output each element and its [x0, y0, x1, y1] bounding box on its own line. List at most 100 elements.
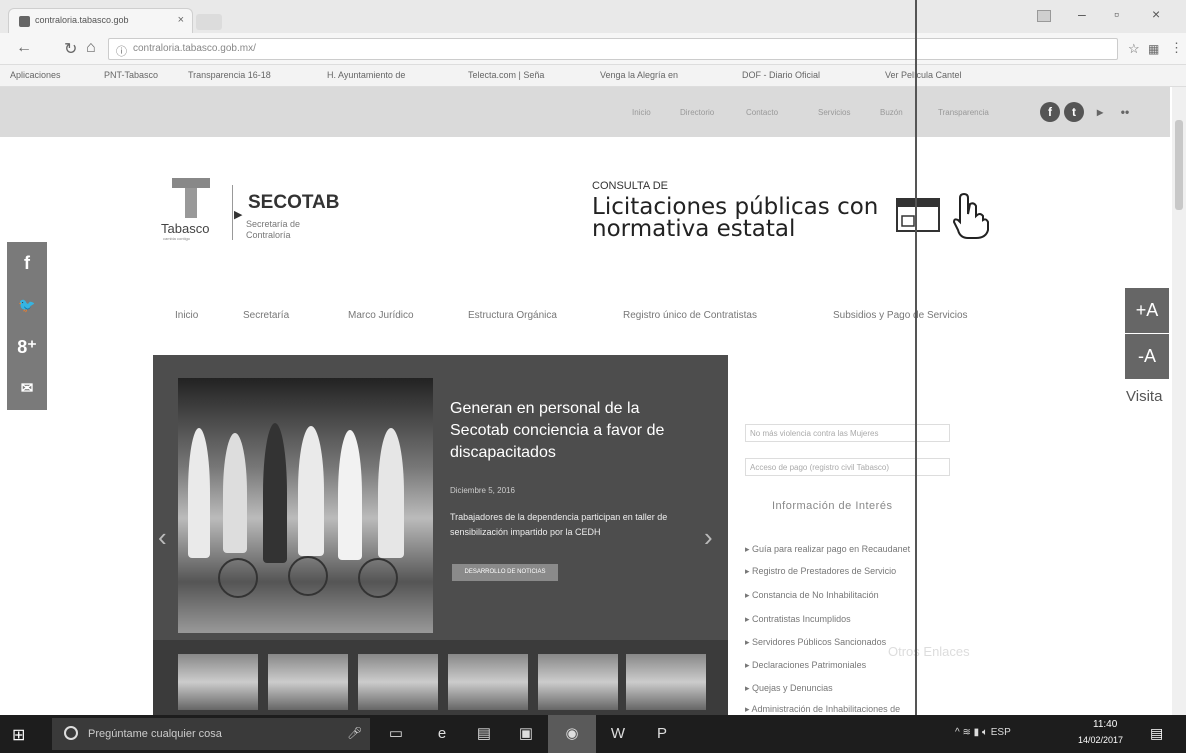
minimize-icon[interactable]: –	[1078, 6, 1086, 22]
wifi-icon[interactable]: ≋	[962, 727, 970, 738]
powerpoint-icon[interactable]: P	[650, 722, 674, 746]
top-nav-item[interactable]: Transparencia	[938, 108, 989, 117]
info-link[interactable]: ▸ Administración de Inhabilitaciones de	[745, 704, 900, 715]
clock-date[interactable]: 14/02/2017	[1078, 735, 1123, 745]
info-link[interactable]: ▸ Quejas y Denuncias	[745, 683, 833, 694]
top-nav-item[interactable]: Inicio	[632, 108, 651, 117]
pointing-hand-icon[interactable]	[948, 192, 992, 240]
chevron-up-icon[interactable]: ^	[955, 727, 960, 738]
volume-icon[interactable]: 🔈︎	[982, 727, 988, 738]
main-nav-item[interactable]: Inicio	[175, 310, 198, 321]
main-nav-item[interactable]: Marco Jurídico	[348, 310, 414, 321]
bookmark-item[interactable]: Transparencia 16-18	[188, 70, 271, 80]
more-icon[interactable]: ••	[1115, 102, 1135, 122]
word-icon[interactable]: W	[606, 722, 630, 746]
twitter-share-icon[interactable]: 🐦	[7, 284, 47, 326]
slide-thumbnail[interactable]	[358, 654, 438, 710]
info-link[interactable]: ▸ Constancia de No Inhabilitación	[745, 590, 879, 601]
edge-browser-icon[interactable]: e	[430, 722, 454, 746]
main-nav-item[interactable]: Secretaría	[243, 310, 289, 321]
chevron-right-icon[interactable]: ›	[704, 522, 713, 553]
slide-date: Diciembre 5, 2016	[450, 486, 515, 495]
banner-kicker: CONSULTA DE	[592, 180, 668, 192]
main-nav-item[interactable]: Estructura Orgánica	[468, 310, 557, 321]
main-nav: Inicio Secretaría Marco Jurídico Estruct…	[150, 300, 1010, 330]
tab-title: contraloria.tabasco.gob	[35, 15, 129, 25]
facebook-share-icon[interactable]: f	[7, 242, 47, 284]
chevron-left-icon[interactable]: ‹	[158, 522, 167, 553]
task-view-icon[interactable]: ▭	[384, 722, 408, 746]
info-link[interactable]: ▸ Declaraciones Patrimoniales	[745, 660, 866, 671]
slider-thumbnails	[153, 640, 728, 716]
favicon-icon	[19, 16, 30, 27]
main-nav-item[interactable]: Registro único de Contratistas	[623, 310, 757, 321]
bookmark-item[interactable]: DOF - Diario Oficial	[742, 70, 820, 80]
language-indicator[interactable]: ESP	[991, 727, 1011, 738]
microphone-icon[interactable]: 🎤︎	[347, 726, 362, 740]
font-decrease-button[interactable]: -A	[1125, 334, 1169, 379]
bookmark-item[interactable]: Aplicaciones	[10, 70, 61, 80]
read-more-button[interactable]: DESARROLLO DE NOTICIAS	[452, 564, 558, 581]
slide-photo[interactable]	[178, 378, 433, 633]
info-link[interactable]: ▸ Guía para realizar pago en Recaudanet	[745, 544, 910, 555]
tabasco-logo-icon	[172, 178, 210, 218]
slide-title[interactable]: Generan en personal de la Secotab concie…	[450, 398, 700, 464]
file-explorer-icon[interactable]: ▤	[472, 722, 496, 746]
info-link[interactable]: ▸ Servidores Públicos Sancionados	[745, 637, 886, 648]
menu-icon[interactable]: ⋮	[1170, 40, 1183, 56]
user-profile-icon[interactable]	[1037, 10, 1051, 22]
bookmark-item[interactable]: Ver Película Cantel	[885, 70, 962, 80]
url-text: contraloria.tabasco.gob.mx/	[133, 43, 256, 54]
notification-icon[interactable]: ▤	[1150, 725, 1163, 742]
reload-icon[interactable]: ↻	[64, 39, 77, 59]
top-nav-item[interactable]: Buzón	[880, 108, 903, 117]
wheelchair-wheel	[218, 558, 258, 598]
bookmark-item[interactable]: PNT-Tabasco	[104, 70, 158, 80]
top-nav-item[interactable]: Servicios	[818, 108, 850, 117]
extension-icon[interactable]: ▦	[1148, 42, 1159, 56]
slide-thumbnail[interactable]	[178, 654, 258, 710]
font-increase-button[interactable]: +A	[1125, 288, 1169, 333]
close-window-icon[interactable]: ×	[1152, 6, 1160, 22]
bookmark-item[interactable]: Venga la Alegría en	[600, 70, 678, 80]
store-icon[interactable]: ▣	[514, 722, 538, 746]
address-bar[interactable]: ⓘ contraloria.tabasco.gob.mx/	[108, 38, 1118, 60]
google-plus-share-icon[interactable]: 8⁺	[7, 326, 47, 368]
star-icon[interactable]: ☆	[1128, 41, 1140, 57]
facebook-icon[interactable]: f	[1040, 102, 1060, 122]
windows-start-icon[interactable]: ⊞	[12, 725, 30, 744]
home-icon[interactable]: ⌂	[86, 39, 96, 57]
bookmark-item[interactable]: Telecta.com | Seña	[468, 70, 544, 80]
main-nav-item[interactable]: Subsidios y Pago de Servicios	[833, 310, 968, 321]
youtube-icon[interactable]: ▸	[1090, 102, 1110, 122]
bookmark-item[interactable]: H. Ayuntamiento de	[327, 70, 405, 80]
chrome-taskbar-button[interactable]: ◉	[548, 715, 596, 753]
battery-icon[interactable]: ▮	[974, 727, 980, 738]
browser-tab[interactable]: contraloria.tabasco.gob ×	[8, 8, 193, 33]
image-link[interactable]: Acceso de pago (registro civil Tabasco)	[745, 458, 950, 476]
clock-time[interactable]: 11:40	[1093, 719, 1117, 730]
photo-person	[378, 428, 404, 558]
close-tab-icon[interactable]: ×	[178, 14, 184, 26]
email-share-icon[interactable]: ✉	[7, 368, 47, 410]
info-link[interactable]: ▸ Contratistas Incumplidos	[745, 614, 851, 625]
scrollbar-thumb[interactable]	[1175, 120, 1183, 210]
back-icon[interactable]: ←	[16, 39, 32, 57]
info-icon: ⓘ	[116, 46, 127, 58]
document-browser-icon	[896, 198, 940, 232]
top-nav-item[interactable]: Contacto	[746, 108, 778, 117]
top-nav-item[interactable]: Directorio	[680, 108, 714, 117]
slide-thumbnail[interactable]	[626, 654, 706, 710]
slide-thumbnail[interactable]	[268, 654, 348, 710]
info-link[interactable]: ▸ Registro de Prestadores de Servicio	[745, 566, 896, 577]
brand-subtitle-1: Secretaría de	[246, 219, 301, 229]
slide-thumbnail[interactable]	[538, 654, 618, 710]
image-link[interactable]: No más violencia contra las Mujeres	[745, 424, 950, 442]
twitter-icon[interactable]: t	[1064, 102, 1084, 122]
new-tab-button[interactable]	[196, 14, 222, 30]
banner-title-line2[interactable]: normativa estatal	[592, 217, 795, 241]
cortana-search-box[interactable]: Pregúntame cualquier cosa 🎤︎	[52, 718, 370, 750]
slide-thumbnail[interactable]	[448, 654, 528, 710]
system-tray[interactable]: ^ ≋ ▮ 🔈︎ ESP	[955, 727, 1011, 738]
maximize-icon[interactable]: ▫	[1114, 6, 1119, 22]
